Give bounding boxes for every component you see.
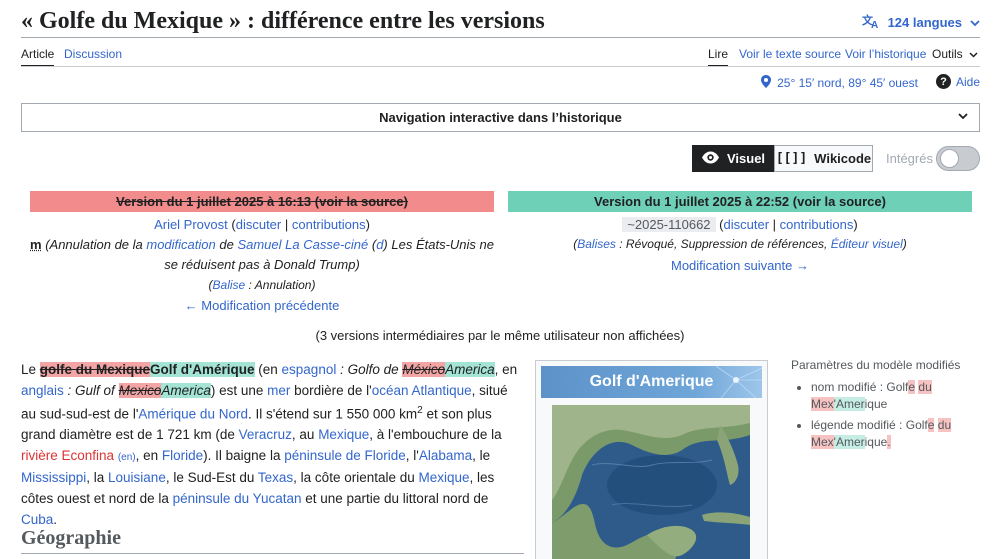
history-navigation-label: Navigation interactive dans l’historique — [379, 110, 622, 125]
inserted-text: Golf d'Amérique — [150, 362, 254, 377]
old-contribs-link[interactable]: contributions — [292, 217, 366, 232]
tag-link[interactable]: Balise — [213, 278, 246, 292]
deleted-text: golfe du Mexique — [40, 362, 150, 377]
title-divider — [21, 37, 980, 38]
wikitext-brackets-icon: [[]] — [776, 151, 807, 166]
section-heading-geographie: Géographie — [21, 527, 121, 550]
section-divider — [21, 553, 524, 554]
link-cuba[interactable]: Cuba — [21, 512, 53, 527]
tools-menu[interactable]: Outils — [932, 47, 978, 61]
chevron-down-icon — [957, 111, 969, 121]
infobox-title: Golf d'Amerique — [541, 366, 762, 398]
link-peninsule-du-yucatan[interactable]: péninsule du Yucatan — [173, 491, 302, 506]
coordinates-text: 25° 15′ nord, 89° 45′ ouest — [777, 76, 918, 90]
link-mer[interactable]: mer — [267, 383, 290, 398]
map-pin-icon — [761, 75, 771, 91]
old-version-header[interactable]: Version du 1 juillet 2025 à 16:13 (voir … — [30, 191, 494, 212]
deleted-text: Mexico — [119, 383, 162, 398]
coordinates-link[interactable]: 25° 15′ nord, 89° 45′ ouest — [761, 75, 918, 91]
inline-label: Intégrés — [886, 151, 933, 166]
chevron-down-icon — [969, 51, 978, 58]
params-heading: Paramètres du modèle modifiés — [791, 357, 981, 374]
new-user-link[interactable]: ~2025-110662 — [622, 217, 715, 232]
tab-discussion[interactable]: Discussion — [64, 47, 122, 61]
new-version-header[interactable]: Version du 1 juillet 2025 à 22:52 (voir … — [508, 191, 972, 212]
tab-history[interactable]: Voir l’historique — [845, 47, 926, 61]
infobox-title-text: Golf d'Amerique — [590, 373, 714, 391]
link-riviere-econfina[interactable]: rivière Econfina — [21, 448, 114, 463]
tag-text: : Annulation — [245, 278, 311, 292]
new-talk-link[interactable]: discuter — [724, 217, 770, 232]
visual-diff-button[interactable]: Visuel — [692, 145, 774, 172]
link-floride[interactable]: Floride — [162, 448, 203, 463]
old-talk-link[interactable]: discuter — [236, 217, 282, 232]
summary-text: de — [216, 237, 238, 252]
old-version-heading-text: Version du 1 juillet 2025 à 16:13 (voir … — [116, 194, 408, 209]
link-espagnol[interactable]: espagnol — [282, 362, 337, 377]
help-link[interactable]: ? Aide — [936, 74, 980, 89]
link-peninsule-de-floride[interactable]: péninsule de Floride — [284, 448, 406, 463]
help-icon: ? — [936, 74, 951, 89]
old-version-column: Version du 1 juillet 2025 à 16:13 (voir … — [30, 191, 494, 314]
languages-label: 124 langues — [888, 15, 962, 30]
intermediate-versions-note: (3 versions intermédiaires par le même u… — [0, 328, 1000, 343]
infobox: Golf d'Amerique — [535, 360, 768, 559]
old-edit-summary: m (Annulation de la modification de Samu… — [30, 235, 494, 275]
link-mississippi[interactable]: Mississippi — [21, 470, 86, 485]
new-version-heading-text: Version du 1 juillet 2025 à 22:52 (voir … — [594, 194, 886, 209]
wikicode-diff-button[interactable]: [[]] Wikicode — [774, 145, 873, 172]
wikicode-label: Wikicode — [814, 151, 871, 166]
inline-toggle-switch[interactable] — [936, 146, 980, 171]
summary-user-link[interactable]: Samuel La Casse-ciné — [237, 237, 368, 252]
link-en-lang[interactable]: (en) — [118, 452, 136, 463]
link-amerique-du-nord[interactable]: Amérique du Nord — [138, 407, 248, 422]
chevron-down-icon — [970, 15, 980, 30]
old-user-link[interactable]: Ariel Provost — [154, 217, 228, 232]
new-version-column: Version du 1 juillet 2025 à 22:52 (voir … — [508, 191, 972, 274]
param-item-nom: nom modifié : Golfe du Mex'Amerique — [811, 379, 981, 413]
tabs-divider — [21, 66, 980, 67]
page-title: « Golfe du Mexique » : différence entre … — [21, 8, 545, 35]
tab-read[interactable]: Lire — [708, 47, 728, 61]
link-alabama[interactable]: Alabama — [419, 448, 472, 463]
eye-icon — [701, 151, 720, 167]
article-paragraph: Le golfe du MexiqueGolf d'Amérique (en e… — [21, 360, 524, 530]
link-veracruz[interactable]: Veracruz — [239, 427, 292, 442]
next-edit-link[interactable]: Modification suivante → — [671, 258, 809, 273]
link-ocean-atlantique[interactable]: océan Atlantique — [372, 383, 472, 398]
previous-edit-link[interactable]: ← Modification précédente — [185, 298, 340, 313]
link-mexique[interactable]: Mexique — [318, 427, 369, 442]
link-mexique[interactable]: Mexique — [419, 470, 470, 485]
inserted-text: America — [445, 362, 495, 377]
new-tags: (Balises : Révoqué, Suppression de référ… — [508, 237, 972, 251]
svg-text:A: A — [871, 20, 878, 29]
tags-link[interactable]: Balises — [577, 237, 616, 251]
tab-article[interactable]: Article — [21, 47, 54, 61]
tag-text: : Révoqué, Suppression de références, — [616, 237, 831, 251]
help-label: Aide — [956, 75, 980, 89]
visual-label: Visuel — [727, 151, 765, 166]
link-texas[interactable]: Texas — [258, 470, 293, 485]
link-anglais[interactable]: anglais — [21, 383, 64, 398]
minor-edit-marker: m — [30, 237, 42, 252]
param-item-legende: légende modifié : Golfe du Mex'Amerique. — [811, 417, 981, 451]
languages-button[interactable]: 文A 124 langues — [862, 13, 980, 32]
gulf-map-image[interactable] — [552, 405, 750, 559]
inserted-text: America — [161, 383, 211, 398]
translate-icon: 文A — [862, 13, 880, 32]
summary-text: (Annulation de la — [45, 237, 146, 252]
tools-label: Outils — [932, 47, 963, 61]
old-tags: (Balise : Annulation) — [30, 278, 494, 292]
link-louisiane[interactable]: Louisiane — [108, 470, 166, 485]
summary-modification-link[interactable]: modification — [146, 237, 215, 252]
history-navigation-toggle[interactable]: Navigation interactive dans l’historique — [21, 103, 980, 132]
summary-d-link[interactable]: d — [376, 237, 383, 252]
visual-editor-tag-link[interactable]: Éditeur visuel — [831, 237, 903, 251]
tab-view-source[interactable]: Voir le texte source — [739, 47, 841, 61]
deleted-text: México — [402, 362, 445, 377]
template-params-panel: Paramètres du modèle modifiés nom modifi… — [791, 357, 981, 455]
new-contribs-link[interactable]: contributions — [780, 217, 854, 232]
